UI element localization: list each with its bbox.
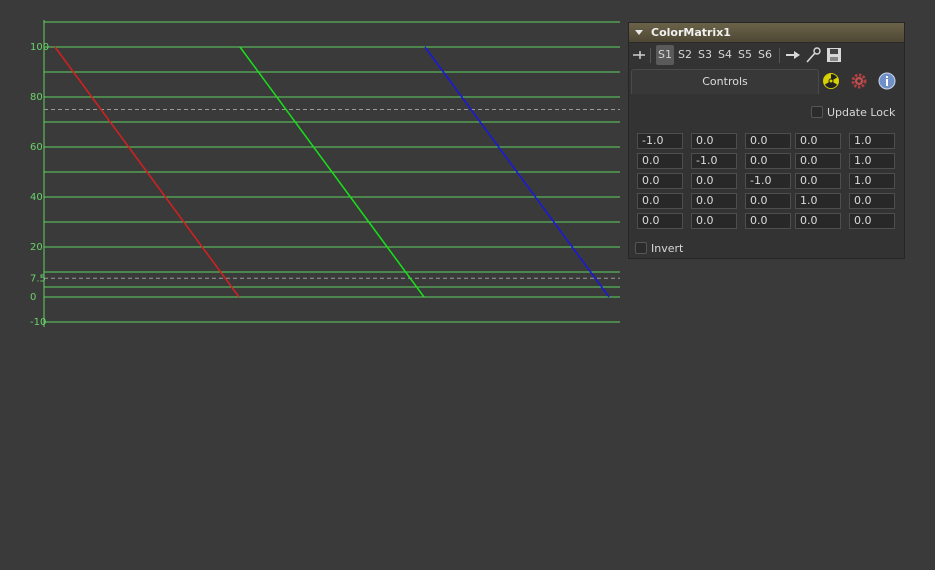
toolbar-separator bbox=[779, 48, 780, 63]
gear-icon[interactable] bbox=[849, 71, 869, 91]
pin-icon[interactable] bbox=[631, 45, 647, 65]
matrix-cell-r4-c1[interactable]: 0.0 bbox=[637, 193, 683, 209]
matrix-cell-r5-c5[interactable]: 0.0 bbox=[849, 213, 895, 229]
radioactive-icon[interactable] bbox=[821, 71, 841, 91]
color-matrix-panel: ColorMatrix1 S1 S2 S3 S4 S5 S6 Controls bbox=[628, 22, 905, 259]
panel-title: ColorMatrix1 bbox=[651, 26, 731, 39]
matrix-cell-r1-c3[interactable]: 0.0 bbox=[745, 133, 791, 149]
matrix-cell-r4-c3[interactable]: 0.0 bbox=[745, 193, 791, 209]
matrix-cell-r1-c1[interactable]: -1.0 bbox=[637, 133, 683, 149]
matrix-cell-r5-c2[interactable]: 0.0 bbox=[691, 213, 737, 229]
scene-s1-button[interactable]: S1 bbox=[656, 45, 674, 65]
invert-checkbox[interactable] bbox=[635, 242, 647, 254]
matrix-cell-r3-c4[interactable]: 0.0 bbox=[795, 173, 841, 189]
scene-s5-button[interactable]: S5 bbox=[736, 45, 754, 65]
matrix-cell-r3-c3[interactable]: -1.0 bbox=[745, 173, 791, 189]
invert-label: Invert bbox=[651, 242, 684, 255]
matrix-cell-r2-c2[interactable]: -1.0 bbox=[691, 153, 737, 169]
matrix-cell-r4-c2[interactable]: 0.0 bbox=[691, 193, 737, 209]
matrix-cell-r5-c1[interactable]: 0.0 bbox=[637, 213, 683, 229]
matrix-cell-r5-c4[interactable]: 0.0 bbox=[795, 213, 841, 229]
matrix-cell-r3-c1[interactable]: 0.0 bbox=[637, 173, 683, 189]
matrix-cell-r4-c4[interactable]: 1.0 bbox=[795, 193, 841, 209]
matrix-cell-r1-c5[interactable]: 1.0 bbox=[849, 133, 895, 149]
update-lock-checkbox[interactable] bbox=[811, 106, 823, 118]
panel-header[interactable]: ColorMatrix1 bbox=[629, 23, 904, 43]
matrix-cell-r2-c5[interactable]: 1.0 bbox=[849, 153, 895, 169]
y-tick-label: -10 bbox=[30, 317, 46, 328]
matrix-cell-r2-c1[interactable]: 0.0 bbox=[637, 153, 683, 169]
scene-s2-button[interactable]: S2 bbox=[676, 45, 694, 65]
scene-s4-button[interactable]: S4 bbox=[716, 45, 734, 65]
scene-s3-button[interactable]: S3 bbox=[696, 45, 714, 65]
tab-controls[interactable]: Controls bbox=[631, 69, 819, 94]
info-icon[interactable] bbox=[877, 71, 897, 91]
y-tick-label: 0 bbox=[30, 292, 36, 303]
matrix-cell-r5-c3[interactable]: 0.0 bbox=[745, 213, 791, 229]
y-tick-label: 60 bbox=[30, 142, 43, 153]
toolbar-separator bbox=[650, 48, 651, 63]
toolbar: S1 S2 S3 S4 S5 S6 bbox=[629, 45, 904, 67]
y-tick-label: 40 bbox=[30, 192, 43, 203]
y-tick-label: 80 bbox=[30, 92, 43, 103]
waveform-graph: 100 80 60 40 20 7.5 0 -10 bbox=[30, 20, 620, 328]
y-tick-label: 7.5 bbox=[30, 273, 46, 284]
matrix-cell-r2-c3[interactable]: 0.0 bbox=[745, 153, 791, 169]
pick-icon[interactable] bbox=[804, 45, 822, 65]
matrix-cell-r3-c5[interactable]: 1.0 bbox=[849, 173, 895, 189]
tabs-row: Controls bbox=[629, 69, 904, 95]
scene-s6-button[interactable]: S6 bbox=[756, 45, 774, 65]
matrix-cell-r1-c2[interactable]: 0.0 bbox=[691, 133, 737, 149]
matrix-cell-r1-c4[interactable]: 0.0 bbox=[795, 133, 841, 149]
matrix-cell-r4-c5[interactable]: 0.0 bbox=[849, 193, 895, 209]
set-arrow-icon[interactable] bbox=[784, 45, 802, 65]
y-tick-label: 100 bbox=[30, 42, 49, 53]
collapse-arrow-icon[interactable] bbox=[635, 30, 643, 35]
save-icon[interactable] bbox=[825, 45, 843, 65]
update-lock-label: Update Lock bbox=[827, 106, 896, 119]
matrix-cell-r2-c4[interactable]: 0.0 bbox=[795, 153, 841, 169]
y-tick-label: 20 bbox=[30, 242, 43, 253]
matrix-cell-r3-c2[interactable]: 0.0 bbox=[691, 173, 737, 189]
